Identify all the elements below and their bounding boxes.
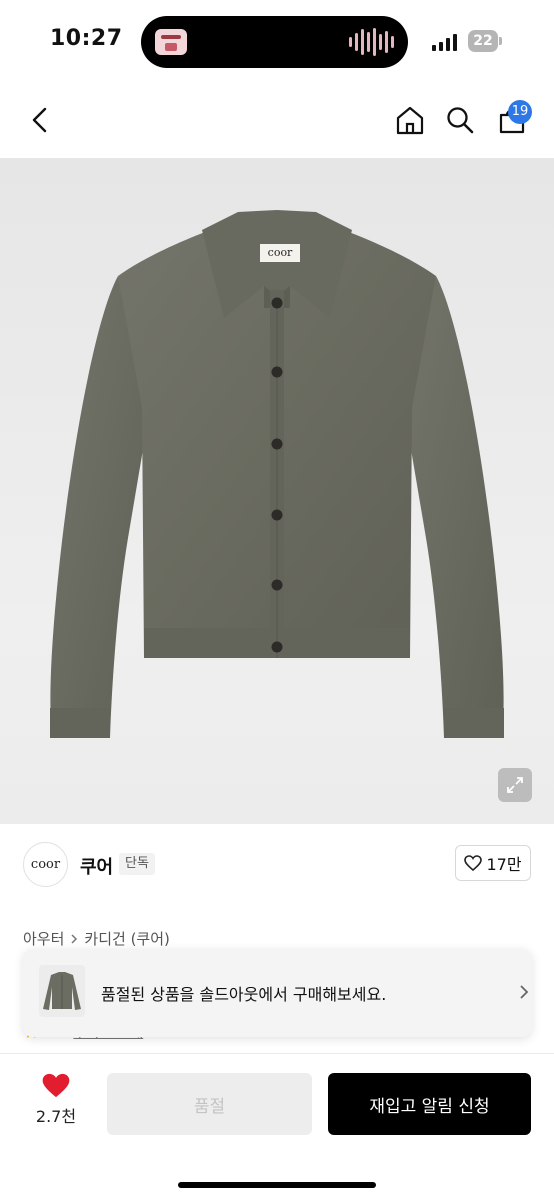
back-button[interactable] bbox=[20, 100, 60, 140]
top-navigation bbox=[0, 84, 554, 158]
breadcrumb: 아우터 카디건 (쿠어) bbox=[23, 928, 170, 949]
breadcrumb-subcategory[interactable]: 카디건 (쿠어) bbox=[84, 928, 169, 949]
dynamic-island[interactable] bbox=[141, 16, 408, 68]
soldout-button[interactable]: 품절 bbox=[107, 1073, 312, 1135]
product-image[interactable]: coor bbox=[0, 158, 554, 824]
battery-icon: 22 bbox=[468, 30, 502, 52]
soldout-toast[interactable]: 품절된 상품을 솔드아웃에서 구매해보세요. bbox=[23, 949, 532, 1037]
bottom-action-bar: 2.7천 품절 재입고 알림 신청 bbox=[0, 1054, 554, 1200]
toast-product-thumbnail bbox=[39, 965, 85, 1017]
now-playing-thumbnail bbox=[155, 29, 187, 55]
chevron-right-icon bbox=[515, 981, 533, 1003]
product-brand-label: coor bbox=[267, 246, 293, 259]
heart-filled-icon bbox=[42, 1073, 70, 1098]
brand-like-button[interactable]: 17만 bbox=[455, 845, 531, 881]
now-playing-waveform-icon bbox=[349, 28, 394, 56]
battery-level: 22 bbox=[473, 33, 493, 49]
signal-icon bbox=[432, 33, 460, 51]
brand-like-count: 17만 bbox=[486, 855, 522, 874]
wishlist-count: 2.7천 bbox=[35, 1107, 77, 1126]
brand-name[interactable]: 쿠어 bbox=[80, 853, 113, 879]
restock-alert-button[interactable]: 재입고 알림 신청 bbox=[328, 1073, 531, 1135]
brand-row: coor 쿠어 단독 17만 bbox=[0, 824, 554, 904]
wishlist-button[interactable]: 2.7천 bbox=[28, 1072, 84, 1136]
exclusive-badge: 단독 bbox=[119, 853, 155, 875]
heart-outline-icon bbox=[464, 855, 483, 871]
home-button[interactable] bbox=[390, 100, 430, 140]
search-icon bbox=[447, 107, 474, 134]
home-indicator[interactable] bbox=[178, 1182, 376, 1188]
toast-message: 품절된 상품을 솔드아웃에서 구매해보세요. bbox=[101, 985, 387, 1004]
cart-count-badge: 19 bbox=[508, 100, 532, 124]
search-button[interactable] bbox=[440, 100, 480, 140]
chevron-right-icon bbox=[71, 933, 78, 944]
breadcrumb-category[interactable]: 아우터 bbox=[23, 928, 64, 949]
home-icon bbox=[396, 106, 424, 135]
status-bar: 10:27 22 bbox=[0, 0, 554, 84]
expand-icon bbox=[507, 777, 523, 793]
zoom-button[interactable] bbox=[498, 768, 532, 802]
brand-logo[interactable]: coor bbox=[23, 842, 68, 887]
back-chevron-icon bbox=[32, 107, 47, 133]
status-time: 10:27 bbox=[50, 26, 123, 51]
